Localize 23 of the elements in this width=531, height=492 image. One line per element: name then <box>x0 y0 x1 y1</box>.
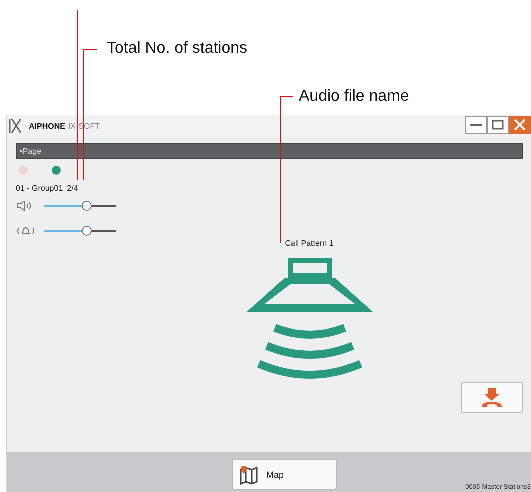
map-icon <box>238 464 258 484</box>
callout-label: Total No. of stations <box>107 40 248 58</box>
minimize-icon <box>470 124 482 126</box>
close-button[interactable] <box>509 116 531 134</box>
bell-icon <box>16 226 36 236</box>
volume-slider[interactable] <box>44 224 116 236</box>
callout-label: Audio file name <box>299 88 410 106</box>
maximize-button[interactable] <box>487 116 509 134</box>
maximize-icon <box>492 120 504 130</box>
logo-icon <box>9 118 23 134</box>
station-count: 2/4 <box>67 184 78 193</box>
hang-up-icon <box>481 388 503 408</box>
slider-thumb[interactable] <box>82 226 92 236</box>
audio-file-name: Call Pattern 1 <box>285 239 334 248</box>
hang-up-button[interactable] <box>461 382 523 413</box>
group-label: 01 - Group01 <box>16 184 64 193</box>
map-button[interactable]: Map <box>232 459 336 490</box>
volume-slider[interactable] <box>44 200 116 212</box>
minimize-button[interactable] <box>465 116 487 134</box>
close-icon <box>514 119 526 131</box>
slider-thumb[interactable] <box>82 200 92 210</box>
panel-title: ▪Page <box>16 143 523 159</box>
brand-name: AIPHONE <box>29 122 66 130</box>
